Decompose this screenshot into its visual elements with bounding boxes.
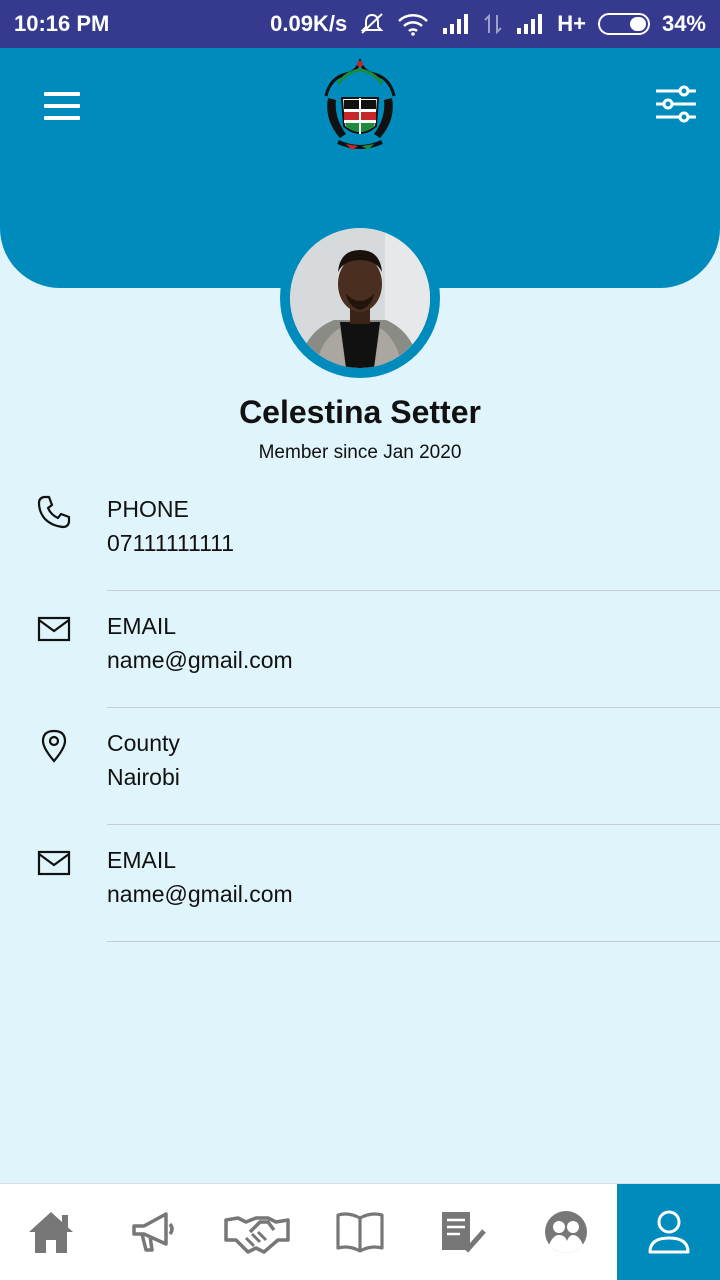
contact-info-list: PHONE 07111111111 EMAIL name@gmail.com C… bbox=[0, 474, 720, 942]
bottom-nav bbox=[0, 1183, 720, 1280]
info-value: 07111111111 bbox=[107, 530, 235, 556]
megaphone-icon bbox=[132, 1212, 175, 1252]
info-label: PHONE bbox=[107, 496, 189, 522]
net-speed: 0.09K/s bbox=[270, 11, 348, 36]
avatar-ring bbox=[280, 218, 440, 378]
hamburger-menu-icon[interactable] bbox=[38, 86, 86, 126]
info-label: EMAIL bbox=[107, 613, 177, 639]
nav-partnerships[interactable] bbox=[206, 1184, 309, 1280]
divider bbox=[107, 941, 720, 942]
home-icon bbox=[29, 1212, 74, 1253]
profile-icon bbox=[648, 1210, 690, 1254]
nav-groups[interactable] bbox=[514, 1184, 617, 1280]
info-label: EMAIL bbox=[107, 847, 177, 873]
location-pin-icon bbox=[41, 729, 67, 763]
group-icon bbox=[544, 1211, 587, 1253]
info-value: Nairobi bbox=[107, 764, 180, 790]
info-label: County bbox=[107, 730, 180, 756]
status-bar: 10:16 PM 0.09K/s H+ 34% bbox=[0, 0, 720, 48]
nav-announcements[interactable] bbox=[103, 1184, 206, 1280]
info-item-county[interactable]: County Nairobi bbox=[0, 708, 720, 825]
battery-percent: 34% bbox=[661, 11, 706, 36]
book-icon bbox=[336, 1212, 384, 1253]
data-transfer-icon bbox=[483, 13, 503, 35]
mute-bell-icon bbox=[359, 12, 385, 36]
nav-tasks[interactable] bbox=[411, 1184, 514, 1280]
signal-icon bbox=[441, 13, 471, 35]
nav-home[interactable] bbox=[0, 1184, 103, 1280]
status-indicators: 0.09K/s H+ 34% bbox=[270, 11, 706, 37]
nav-profile[interactable] bbox=[617, 1184, 720, 1280]
member-since: Member since Jan 2020 bbox=[258, 442, 462, 463]
network-type: H+ bbox=[557, 11, 586, 36]
avatar[interactable] bbox=[290, 228, 430, 368]
phone-icon bbox=[37, 495, 71, 529]
status-time: 10:16 PM bbox=[14, 11, 110, 36]
info-value: name@gmail.com bbox=[107, 881, 293, 907]
checklist-icon bbox=[441, 1212, 486, 1253]
profile-name: Celestina Setter bbox=[239, 394, 481, 430]
signal-2-icon bbox=[515, 13, 545, 35]
mail-icon bbox=[37, 616, 71, 642]
info-item-email-2[interactable]: EMAIL name@gmail.com bbox=[0, 825, 720, 942]
battery-icon bbox=[597, 13, 650, 35]
info-item-phone[interactable]: PHONE 07111111111 bbox=[0, 474, 720, 591]
sliders-filter-icon[interactable] bbox=[654, 84, 698, 124]
info-value: name@gmail.com bbox=[107, 647, 293, 673]
handshake-icon bbox=[224, 1216, 290, 1254]
nav-library[interactable] bbox=[309, 1184, 412, 1280]
mail-icon bbox=[37, 850, 71, 876]
info-item-email[interactable]: EMAIL name@gmail.com bbox=[0, 591, 720, 708]
kenya-coat-of-arms-logo bbox=[324, 58, 396, 150]
wifi-icon bbox=[397, 12, 429, 36]
